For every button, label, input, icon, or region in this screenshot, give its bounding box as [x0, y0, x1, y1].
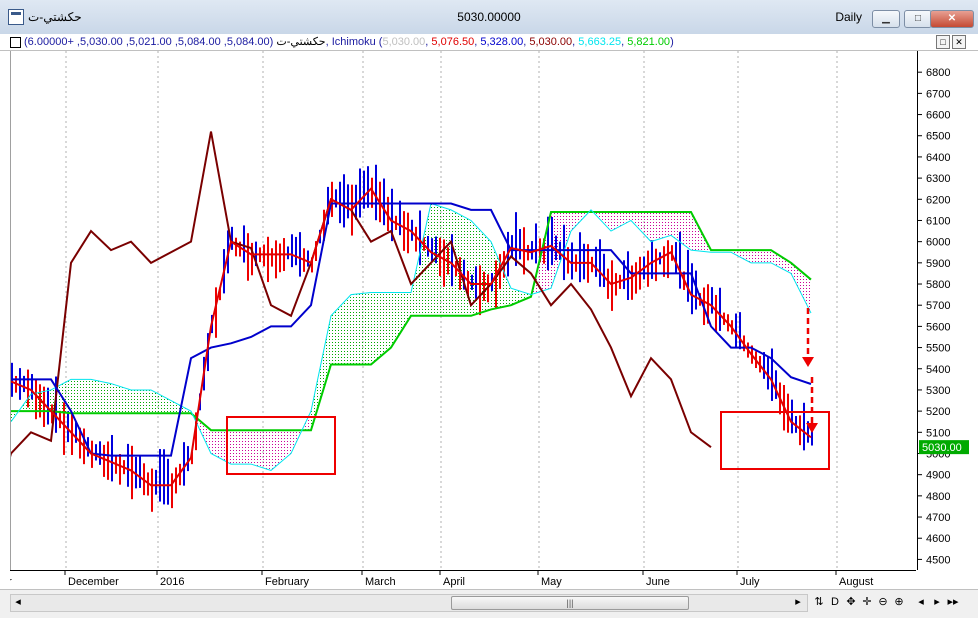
time-tick-label: August — [839, 576, 873, 588]
price-tick-label: 5700 — [926, 300, 950, 312]
auto-scroll-icon[interactable]: ⇅ — [812, 594, 826, 610]
scroll-page-icon[interactable]: ▸ — [930, 594, 944, 610]
scroll-end-icon[interactable]: ▸▸ — [946, 594, 960, 610]
info-closing: ) — [670, 36, 674, 48]
cloud-segment — [111, 383, 131, 414]
cloud-segment — [271, 430, 291, 471]
info-ohlc: (5,084.00, 5,084.00, 5,021.00, 5,030.00,… — [24, 36, 383, 48]
scroll-left-icon[interactable]: ◂ — [11, 595, 25, 609]
price-axis[interactable]: 4500 4600 4700 4800 4900 5000 5100 5200 5300 5400… — [917, 51, 971, 570]
info-symbol: حكشتي-ت — [276, 36, 326, 48]
price-tick-label: 6700 — [926, 88, 950, 100]
ichimoku-value-0: 5,030.00 — [382, 36, 426, 48]
price-tick-label: 5300 — [926, 385, 950, 397]
scroll-right-icon[interactable]: ▸ — [791, 595, 805, 609]
ichimoku-value-5: 5,821.00 — [627, 36, 671, 48]
price-axis-svg: 4500460047004800490050005100520053005400… — [918, 67, 969, 566]
price-tick-label: 4700 — [926, 512, 950, 524]
ichimoku-values: 5,030.00, 5,076.50, 5,328.00, 5,030.00, … — [382, 36, 670, 48]
time-tick-label: April — [443, 576, 465, 588]
time-axis-svg: er December 2016 February March April May June J… — [2, 571, 873, 588]
price-tick-label: 4900 — [926, 470, 950, 482]
cloud-segment — [131, 389, 151, 414]
cloud-segment — [231, 430, 251, 465]
price-tick-label: 6800 — [926, 67, 950, 79]
arrow-head-upper — [802, 357, 814, 367]
minimize-button[interactable]: ▁ — [872, 10, 900, 28]
price-tick-label: 4600 — [926, 533, 950, 545]
price-tick-label: 5200 — [926, 406, 950, 418]
window-period: Daily — [835, 10, 862, 24]
ichimoku-value-4: 5,663.25 — [578, 36, 622, 48]
price-tick-label: 5100 — [926, 427, 950, 439]
navigate-icon[interactable]: ✥ — [844, 594, 858, 610]
time-axis[interactable]: er December 2016 February March April May June J… — [2, 570, 916, 590]
price-tick-label: 6100 — [926, 215, 950, 227]
cloud-segment — [71, 379, 91, 414]
price-tick-label: 6200 — [926, 194, 950, 206]
close-button[interactable]: ✕ — [930, 10, 974, 28]
time-tick-label: 2016 — [160, 576, 184, 588]
time-tick-label: May — [541, 576, 562, 588]
time-tick-label: March — [365, 576, 396, 588]
indicator-info-bar: حكشتي-ت (5,084.00, 5,084.00, 5,021.00, 5… — [0, 34, 978, 51]
cloud-segment — [151, 389, 171, 414]
chart-svg — [0, 51, 838, 570]
chart-plot-area[interactable] — [0, 51, 918, 570]
time-tick-label: July — [740, 576, 760, 588]
price-tick-label: 4500 — [926, 554, 950, 566]
window-center-value: 5030.00000 — [457, 10, 521, 24]
cloud-segment — [251, 430, 271, 471]
cloud-segment — [511, 288, 531, 306]
last-price-label: 5030.00 — [922, 442, 962, 454]
price-tick-label: 5400 — [926, 364, 950, 376]
price-tick-label: 5800 — [926, 279, 950, 291]
cloud-segment — [631, 211, 651, 242]
price-tick-label: 6600 — [926, 110, 950, 122]
ichimoku-value-1: 5,076.50 — [431, 36, 475, 48]
price-tick-label: 6300 — [926, 173, 950, 185]
indicator-text: حكشتي-ت (5,084.00, 5,084.00, 5,021.00, 5… — [24, 34, 674, 50]
zoom-out-icon[interactable]: ⊖ — [876, 594, 890, 610]
symbol-box-icon — [10, 37, 21, 48]
ichimoku-value-3: 5,030.00 — [529, 36, 573, 48]
scroll-back-icon[interactable]: ◂ — [914, 594, 928, 610]
cloud-segment — [351, 292, 371, 365]
ichimoku-value-2: 5,328.00 — [480, 36, 524, 48]
time-tick-label: June — [646, 576, 670, 588]
window-titlebar: حكشتي-ت 5030.00000 Daily ▁ □ ✕ — [0, 0, 978, 35]
time-tick-label: February — [265, 576, 310, 588]
restore-pane-icon[interactable]: □ — [936, 35, 950, 49]
cloud-segment — [751, 250, 771, 263]
cloud-segment — [651, 211, 671, 242]
price-tick-label: 6500 — [926, 131, 950, 143]
time-tick-label: er — [10, 576, 12, 588]
data-window-icon[interactable]: D — [828, 594, 842, 610]
cloud-segment — [371, 292, 391, 365]
close-pane-icon[interactable]: ✕ — [952, 35, 966, 49]
crosshair-icon[interactable]: ✛ — [860, 594, 874, 610]
price-tick-label: 6000 — [926, 237, 950, 249]
horizontal-scrollbar[interactable]: ◂ ||| ▸ — [10, 594, 808, 612]
time-tick-label: December — [68, 576, 119, 588]
cloud-segment — [91, 379, 111, 414]
price-tick-label: 5600 — [926, 321, 950, 333]
maximize-button[interactable]: □ — [904, 10, 932, 28]
scroll-thumb[interactable]: ||| — [451, 596, 689, 610]
price-tick-label: 5900 — [926, 258, 950, 270]
zoom-in-icon[interactable]: ⊕ — [892, 594, 906, 610]
price-tick-label: 6400 — [926, 152, 950, 164]
bottom-toolbar: ◂ ||| ▸ ⇅ D ✥ ✛ ⊖ ⊕ ◂ ▸ ▸▸ — [0, 589, 978, 618]
price-tick-label: 4800 — [926, 491, 950, 503]
price-tick-label: 5500 — [926, 343, 950, 355]
